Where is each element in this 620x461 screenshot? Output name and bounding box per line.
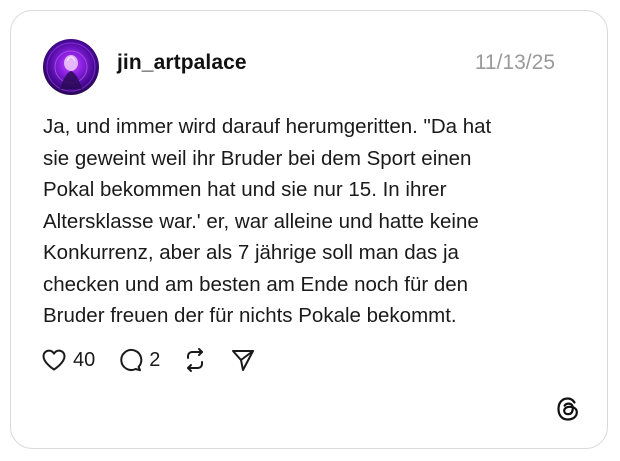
like-button[interactable]: 40 [41, 348, 95, 372]
action-bar: 40 2 [41, 345, 278, 375]
comment-icon [120, 348, 143, 372]
reply-button[interactable]: 2 [117, 347, 160, 373]
post-body-line: Bruder freuen der für nichts Pokale beko… [43, 304, 457, 327]
username[interactable]: jin_artpalace [117, 51, 247, 75]
post-body-line: checken und am besten am Ende noch für d… [43, 272, 469, 296]
send-icon [232, 350, 255, 371]
repost-button[interactable] [182, 347, 208, 373]
post-body-line: Konkurrenz, aber als 7 jährige soll man … [43, 241, 459, 264]
post-timestamp: 11/13/25 [474, 51, 555, 74]
post-body: Ja, und immer wird darauf herumgeritten.… [43, 111, 573, 332]
post-body-line: Pokal bekommen hat und sie nur 15. In ih… [43, 178, 447, 201]
avatar-image [46, 42, 96, 92]
post-body-line: Altersklasse war.' er, war alleine und h… [43, 209, 479, 233]
post-body-line: sie geweint weil ihr Bruder bei dem Spor… [43, 146, 472, 170]
avatar[interactable] [43, 39, 99, 95]
heart-icon [42, 349, 66, 371]
like-count: 40 [73, 348, 96, 371]
threads-logo-icon [555, 396, 581, 422]
share-button[interactable] [230, 347, 256, 373]
post-card: jin_artpalace 11/13/25 Ja, und immer wir… [10, 10, 608, 449]
repost-icon [187, 348, 204, 372]
reply-count: 2 [149, 348, 161, 371]
post-body-line: Ja, und immer wird darauf herumgeritten.… [43, 115, 492, 138]
